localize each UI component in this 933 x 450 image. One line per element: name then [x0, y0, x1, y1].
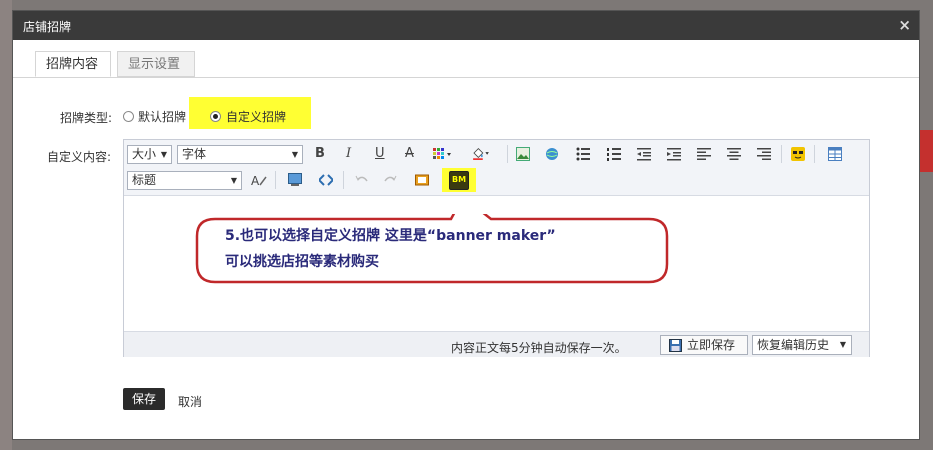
insert-media-icon[interactable] [288, 173, 302, 187]
autosave-note: 内容正文每5分钟自动保存一次。 [451, 341, 627, 355]
radio-custom-label[interactable]: 自定义招牌 [226, 108, 286, 125]
radio-custom-sign[interactable] [210, 111, 221, 122]
shop-sign-dialog: 店铺招牌 × 招牌内容 显示设置 招牌类型: 默认招牌 自定义招牌 自定义内容:… [12, 10, 920, 440]
font-size-select[interactable]: 大小 ▼ [127, 145, 172, 164]
chevron-down-icon: ▼ [230, 176, 237, 185]
strikethrough-button[interactable]: A [405, 146, 414, 161]
dialog-title: 店铺招牌 [23, 20, 72, 34]
redo-icon[interactable] [383, 173, 397, 187]
underline-button[interactable]: U [375, 146, 385, 161]
clear-format-icon[interactable]: A [251, 173, 269, 187]
close-icon[interactable]: × [898, 16, 911, 34]
fill-color-icon[interactable] [470, 146, 492, 160]
tab-display-settings[interactable]: 显示设置 [117, 51, 195, 77]
svg-text:A: A [251, 174, 260, 187]
bullet-list-icon[interactable] [576, 147, 590, 161]
indent-icon[interactable] [667, 147, 681, 161]
align-center-icon[interactable] [727, 147, 741, 161]
numbered-list-icon[interactable] [607, 147, 621, 161]
emoticon-icon[interactable] [791, 147, 805, 161]
background-accent-strip [920, 130, 933, 172]
save-button[interactable]: 保存 [123, 388, 165, 410]
font-size-value: 大小 [132, 147, 157, 161]
cancel-link[interactable]: 取消 [178, 393, 202, 410]
font-family-value: 字体 [182, 147, 207, 161]
italic-button[interactable]: I [346, 146, 351, 161]
toolbar-separator [275, 171, 276, 189]
toolbar-separator [343, 171, 344, 189]
tab-bar: 招牌内容 显示设置 [13, 51, 919, 78]
chevron-down-icon: ▼ [160, 150, 167, 159]
save-now-label: 立即保存 [687, 338, 736, 352]
banner-maker-icon[interactable]: BM [449, 171, 469, 190]
source-code-icon[interactable] [319, 173, 333, 187]
dialog-titlebar: 店铺招牌 × [13, 11, 919, 40]
chevron-down-icon: ▼ [839, 340, 846, 349]
insert-table-icon[interactable] [828, 147, 842, 161]
align-left-icon[interactable] [697, 147, 711, 161]
toolbar-separator [814, 145, 815, 163]
sign-type-label: 招牌类型: [60, 111, 113, 125]
outdent-icon[interactable] [637, 147, 651, 161]
restore-history-label: 恢复编辑历史 [757, 338, 830, 352]
insert-flash-icon[interactable] [415, 173, 429, 187]
insert-image-icon[interactable] [516, 147, 530, 161]
insert-link-icon[interactable] [545, 147, 559, 161]
text-color-icon[interactable] [433, 147, 453, 161]
editor-footer: 内容正文每5分钟自动保存一次。 立即保存 恢复编辑历史 ▼ [124, 331, 869, 357]
toolbar-separator [781, 145, 782, 163]
custom-content-label: 自定义内容: [47, 150, 112, 164]
chevron-down-icon: ▼ [291, 150, 298, 159]
heading-value: 标题 [132, 173, 157, 187]
restore-history-dropdown[interactable]: 恢复编辑历史 ▼ [752, 335, 852, 355]
background-left [0, 0, 12, 450]
annotation-line-2: 可以挑选店招等素材购买 [225, 254, 379, 270]
heading-select[interactable]: 标题 ▼ [127, 171, 242, 190]
editor-toolbar: 大小 ▼ 字体 ▼ B I U A 标题 ▼ A BM [124, 140, 869, 196]
floppy-disk-icon [669, 339, 682, 352]
bold-button[interactable]: B [315, 146, 325, 161]
tab-sign-content[interactable]: 招牌内容 [35, 51, 111, 77]
undo-icon[interactable] [355, 173, 369, 187]
annotation-line-1: 5.也可以选择自定义招牌 这里是“banner maker” [225, 228, 556, 244]
align-right-icon[interactable] [757, 147, 771, 161]
radio-default-label[interactable]: 默认招牌 [138, 108, 186, 125]
font-family-select[interactable]: 字体 ▼ [177, 145, 303, 164]
radio-default-sign[interactable] [123, 111, 134, 122]
save-now-button[interactable]: 立即保存 [660, 335, 748, 355]
toolbar-separator [507, 145, 508, 163]
